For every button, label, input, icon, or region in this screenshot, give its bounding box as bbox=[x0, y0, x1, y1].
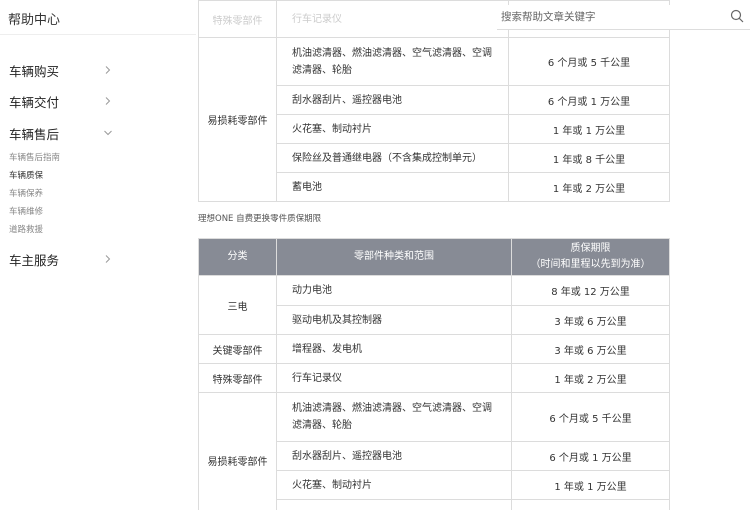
table-cell-part: 机油滤清器、燃油滤清器、空气滤清器、空调滤清器、轮胎 bbox=[276, 392, 512, 442]
search-input[interactable] bbox=[497, 5, 717, 29]
table-cell-warranty: 1 年或 8 千公里 bbox=[508, 143, 670, 173]
table-cell-part: 机油滤清器、燃油滤清器、空气滤清器、空调滤清器、轮胎 bbox=[276, 37, 509, 86]
warranty-table: 分类 零部件种类和范围 质保期限 （时间和里程以先到为准） 三电 动力电池 8 … bbox=[198, 238, 670, 510]
sidebar-item-owner-service[interactable]: 车主服务 bbox=[9, 249, 113, 269]
table-cell-part: 保险丝及普通继电器（不含集成控制单元） bbox=[276, 143, 509, 173]
warranty-table-upper: 特殊零部件 行车记录仪 1 年或 1 万公里 易损耗零部件 机油滤清器、燃油滤清… bbox=[198, 0, 670, 202]
table-cell-warranty bbox=[511, 499, 670, 510]
table-cell-part bbox=[276, 499, 512, 510]
table-cell-part: 刮水器刮片、遥控器电池 bbox=[276, 85, 509, 115]
column-header-warranty-line1: 质保期限 bbox=[570, 243, 611, 254]
sidebar-item-label: 车辆交付 bbox=[9, 94, 60, 110]
table-cell-part: 增程器、发电机 bbox=[276, 334, 512, 364]
sidebar-item-label: 车辆购买 bbox=[9, 63, 60, 79]
table-cell-part: 动力电池 bbox=[276, 275, 512, 306]
table-cell-category: 特殊零部件 bbox=[198, 0, 277, 38]
sidebar-subitem-aftersales-guide[interactable]: 车辆售后指南 bbox=[9, 151, 60, 163]
sidebar-item-label: 车辆售后 bbox=[9, 126, 60, 142]
chevron-right-icon bbox=[105, 97, 111, 105]
column-header-warranty: 质保期限 （时间和里程以先到为准） bbox=[511, 238, 670, 276]
table-cell-warranty: 1 年或 2 万公里 bbox=[508, 172, 670, 202]
chevron-right-icon bbox=[105, 255, 111, 263]
sidebar-subitem-road-rescue[interactable]: 道路救援 bbox=[9, 223, 43, 235]
table-row: 易损耗零部件 机油滤清器、燃油滤清器、空气滤清器、空调滤清器、轮胎 6 个月或 … bbox=[198, 37, 670, 202]
table-cell-part: 火花塞、制动衬片 bbox=[276, 470, 512, 500]
column-header-warranty-line2: （时间和里程以先到为准） bbox=[530, 259, 651, 270]
sidebar: 帮助中心 车辆购买 车辆交付 车辆售后 车辆售后指南 车辆质保 车辆保养 车辆维… bbox=[0, 0, 196, 510]
sidebar-item-purchase[interactable]: 车辆购买 bbox=[9, 60, 113, 80]
table-cell-category: 关键零部件 bbox=[198, 334, 277, 364]
page-title: 帮助中心 bbox=[8, 13, 61, 28]
sidebar-item-label: 车主服务 bbox=[9, 252, 60, 268]
search-icon[interactable] bbox=[730, 9, 744, 23]
table-cell-part: 驱动电机及其控制器 bbox=[276, 305, 512, 335]
table-cell-warranty: 6 个月或 5 千公里 bbox=[508, 37, 670, 86]
sidebar-subitem-maintenance[interactable]: 车辆保养 bbox=[9, 187, 43, 199]
table-cell-part: 刮水器刮片、遥控器电池 bbox=[276, 441, 512, 471]
table-cell-category: 易损耗零部件 bbox=[198, 392, 277, 510]
table-row: 特殊零部件 行车记录仪 1 年或 2 万公里 bbox=[198, 363, 670, 393]
table-cell-category: 特殊零部件 bbox=[198, 363, 277, 393]
table-cell-part: 蓄电池 bbox=[276, 172, 509, 202]
table-cell-category: 三电 bbox=[198, 275, 277, 335]
table-cell-warranty: 1 年或 1 万公里 bbox=[508, 114, 670, 144]
table-cell-part: 行车记录仪 bbox=[276, 0, 509, 38]
table-cell-part: 火花塞、制动衬片 bbox=[276, 114, 509, 144]
table-cell-warranty: 1 年或 1 万公里 bbox=[511, 470, 670, 500]
sidebar-item-delivery[interactable]: 车辆交付 bbox=[9, 91, 113, 111]
table-caption: 理想ONE 自费更换零件质保期限 bbox=[198, 214, 322, 224]
table-cell-warranty: 6 个月或 1 万公里 bbox=[511, 441, 670, 471]
table-cell-warranty: 1 年或 2 万公里 bbox=[511, 363, 670, 393]
sidebar-subitem-warranty[interactable]: 车辆质保 bbox=[9, 169, 43, 181]
table-cell-part: 行车记录仪 bbox=[276, 363, 512, 393]
chevron-down-icon bbox=[104, 130, 112, 136]
search-box bbox=[497, 5, 750, 30]
table-cell-warranty: 8 年或 12 万公里 bbox=[511, 275, 670, 306]
column-header-category: 分类 bbox=[198, 238, 277, 276]
table-cell-warranty: 3 年或 6 万公里 bbox=[511, 334, 670, 364]
table-cell-warranty: 3 年或 6 万公里 bbox=[511, 305, 670, 335]
sidebar-subitem-repair[interactable]: 车辆维修 bbox=[9, 205, 43, 217]
column-header-part: 零部件种类和范围 bbox=[276, 238, 512, 276]
table-row: 易损耗零部件 机油滤清器、燃油滤清器、空气滤清器、空调滤清器、轮胎 6 个月或 … bbox=[198, 392, 670, 510]
table-row: 关键零部件 增程器、发电机 3 年或 6 万公里 bbox=[198, 334, 670, 364]
table-cell-warranty: 6 个月或 5 千公里 bbox=[511, 392, 670, 442]
table-cell-warranty: 6 个月或 1 万公里 bbox=[508, 85, 670, 115]
sidebar-item-aftersales[interactable]: 车辆售后 bbox=[9, 123, 113, 143]
header-divider bbox=[0, 34, 196, 35]
table-row: 三电 动力电池 8 年或 12 万公里 bbox=[198, 275, 670, 335]
table-header-row: 分类 零部件种类和范围 质保期限 （时间和里程以先到为准） bbox=[198, 238, 670, 276]
chevron-right-icon bbox=[105, 66, 111, 74]
table-cell-category: 易损耗零部件 bbox=[198, 37, 277, 202]
